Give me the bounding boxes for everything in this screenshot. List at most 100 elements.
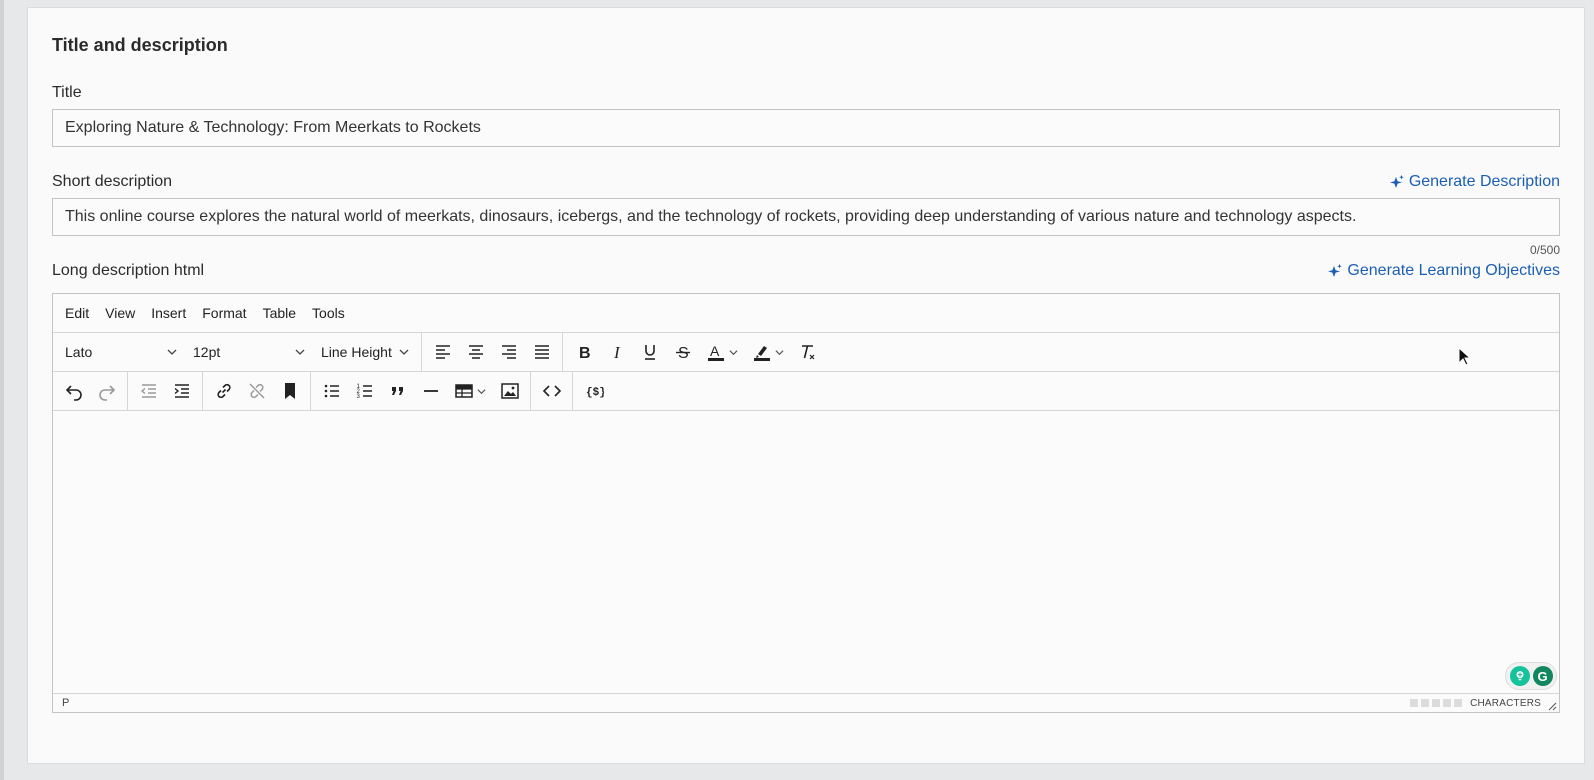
- redo-icon: [98, 385, 115, 401]
- character-count-label: CHARACTERS: [1470, 697, 1541, 709]
- svg-text:S: S: [678, 345, 689, 362]
- table-button[interactable]: [447, 376, 493, 406]
- editor-content-area[interactable]: [53, 410, 1559, 695]
- section-title: Title and description: [52, 35, 228, 55]
- indent-icon: [174, 384, 189, 398]
- generate-learning-objectives-link[interactable]: Generate Learning Objectives: [1327, 262, 1560, 280]
- highlight-color-button[interactable]: [745, 337, 791, 367]
- blockquote-button[interactable]: [381, 376, 414, 406]
- insert-variable-button[interactable]: {$}: [577, 376, 610, 406]
- bookmark-icon: [284, 383, 295, 399]
- line-height-select[interactable]: Line Height: [313, 337, 417, 367]
- align-left-button[interactable]: [426, 337, 459, 367]
- outdent-button[interactable]: [132, 376, 165, 406]
- bullet-list-icon: [324, 384, 339, 398]
- clear-format-icon: [801, 345, 814, 360]
- generate-description-link[interactable]: Generate Description: [1389, 173, 1560, 191]
- bullet-list-button[interactable]: [315, 376, 348, 406]
- text-style-group: B I S A: [563, 333, 828, 371]
- outdent-icon: [140, 384, 156, 398]
- grammarly-widget[interactable]: G: [1505, 662, 1557, 690]
- svg-text:I: I: [613, 343, 621, 362]
- long-description-label: Long description html: [52, 262, 205, 279]
- strikethrough-button[interactable]: S: [666, 337, 699, 367]
- title-label: Title: [52, 84, 82, 101]
- alignment-group: [422, 333, 563, 371]
- clear-formatting-button[interactable]: [791, 337, 824, 367]
- menu-edit[interactable]: Edit: [59, 301, 95, 325]
- italic-button[interactable]: I: [600, 337, 633, 367]
- bold-icon: B: [579, 345, 591, 362]
- link-group: [203, 372, 311, 410]
- insert-image-button[interactable]: [493, 376, 526, 406]
- link-icon: [216, 383, 231, 399]
- sparkle-icon: [1389, 175, 1404, 188]
- strikethrough-icon: S: [675, 345, 690, 362]
- font-family-select[interactable]: Lato: [57, 337, 185, 367]
- align-justify-button[interactable]: [525, 337, 558, 367]
- align-justify-icon: [534, 345, 549, 359]
- text-color-icon: A: [708, 343, 724, 361]
- title-input[interactable]: Exploring Nature & Technology: From Meer…: [52, 109, 1560, 147]
- bold-button[interactable]: B: [567, 337, 600, 367]
- insert-link-button[interactable]: [207, 376, 240, 406]
- undo-button[interactable]: [57, 376, 90, 406]
- generate-learning-objectives-label: Generate Learning Objectives: [1347, 262, 1560, 279]
- undo-icon: [65, 385, 82, 401]
- align-right-button[interactable]: [492, 337, 525, 367]
- blockquote-icon: [391, 387, 403, 395]
- generate-description-label: Generate Description: [1408, 173, 1560, 190]
- remove-link-button[interactable]: [240, 376, 273, 406]
- editor-toolbar-insert: 123 {$}: [53, 372, 1559, 411]
- align-right-icon: [501, 345, 516, 359]
- image-icon: [500, 383, 519, 399]
- redo-button[interactable]: [90, 376, 123, 406]
- progress-dots-icon: [1410, 699, 1463, 707]
- element-path[interactable]: P: [62, 697, 69, 709]
- grammarly-suggestion-icon[interactable]: [1509, 666, 1530, 686]
- source-code-button[interactable]: [535, 376, 568, 406]
- block-group: 123: [311, 372, 531, 410]
- mouse-cursor-icon: [1458, 347, 1472, 366]
- menu-insert[interactable]: Insert: [145, 301, 192, 325]
- rich-text-editor: Edit View Insert Format Table Tools Lato…: [52, 293, 1560, 713]
- text-color-button[interactable]: A: [699, 337, 745, 367]
- font-family-value: Lato: [65, 344, 93, 360]
- align-center-button[interactable]: [459, 337, 492, 367]
- window-edge: [0, 0, 4, 780]
- menu-view[interactable]: View: [99, 301, 141, 325]
- title-description-card: Title and description Title Exploring Na…: [27, 7, 1585, 764]
- font-size-select[interactable]: 12pt: [185, 337, 313, 367]
- menu-tools[interactable]: Tools: [306, 301, 351, 325]
- grammarly-logo-icon[interactable]: G: [1532, 666, 1553, 686]
- svg-text:3: 3: [356, 394, 360, 400]
- numbered-list-button[interactable]: 123: [348, 376, 381, 406]
- code-icon: [542, 385, 561, 397]
- underline-button[interactable]: [633, 337, 666, 367]
- chevron-down-icon: [775, 349, 784, 355]
- editor-statusbar: P CHARACTERS: [53, 693, 1559, 712]
- history-group: [53, 372, 128, 410]
- menu-format[interactable]: Format: [196, 301, 252, 325]
- highlight-icon: [754, 346, 770, 361]
- chevron-down-icon: [399, 349, 409, 355]
- menu-table[interactable]: Table: [257, 301, 302, 325]
- font-size-value: 12pt: [193, 344, 221, 360]
- svg-text:A: A: [710, 343, 720, 359]
- italic-icon: I: [613, 343, 621, 362]
- horizontal-rule-button[interactable]: [414, 376, 447, 406]
- bookmark-button[interactable]: [273, 376, 306, 406]
- table-icon: [455, 384, 473, 398]
- character-count[interactable]: CHARACTERS: [1410, 698, 1541, 709]
- resize-handle-icon[interactable]: [1547, 701, 1557, 711]
- character-counter: 0/500: [1529, 243, 1560, 257]
- indent-group: [128, 372, 203, 410]
- editor-toolbar-formatting: Lato 12pt Line Height B I S A: [53, 333, 1559, 372]
- short-description-input[interactable]: This online course explores the natural …: [52, 198, 1560, 236]
- unlink-icon: [248, 383, 265, 399]
- svg-text:{$}: {$}: [586, 387, 604, 399]
- underline-icon: [644, 345, 655, 360]
- align-center-icon: [468, 345, 483, 359]
- indent-button[interactable]: [165, 376, 198, 406]
- line-height-value: Line Height: [321, 344, 392, 360]
